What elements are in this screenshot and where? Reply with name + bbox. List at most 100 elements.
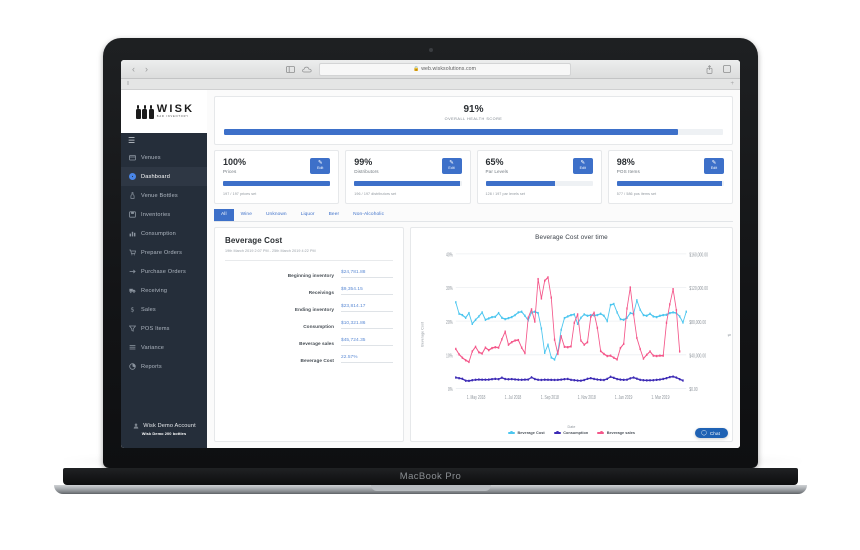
- date-range: 19th March 2019 2:07 PM - 25th March 201…: [225, 249, 316, 254]
- dashboard-body: Beverage Cost 19th March 2019 2:07 PM - …: [214, 227, 733, 448]
- kpi-progress-track: [616, 181, 724, 187]
- edit-button[interactable]: ✎ Edit: [572, 158, 593, 174]
- sidebar-item-venue-bottles[interactable]: Venue Bottles: [121, 186, 207, 205]
- kpi-progress-track: [485, 181, 593, 187]
- kpi-progress-track: [354, 181, 462, 187]
- edit-button[interactable]: ✎ Edit: [704, 158, 724, 174]
- tab-beer[interactable]: Beer: [322, 209, 347, 221]
- sidebar-item-inventories[interactable]: Inventories: [121, 205, 207, 224]
- add-tab-icon[interactable]: +: [730, 81, 734, 87]
- sidebar-item-label: POS Items: [141, 325, 170, 332]
- forward-icon[interactable]: ›: [142, 64, 151, 75]
- sidebar-item-label: Venues: [141, 154, 161, 161]
- chat-button[interactable]: ◯ Chat: [695, 428, 728, 438]
- legend-label: Beverage Cost: [517, 431, 545, 435]
- kpi-card-prices: 100% Prices ✎ Edit 197 / 197 prices set: [214, 150, 340, 205]
- kpi-subtext: 577 / 586 pos items set: [616, 192, 657, 197]
- sidebar-item-label: Venue Bottles: [141, 192, 178, 199]
- row-value: $45,724.35: [341, 338, 393, 347]
- kpi-header: 98% POS Items ✎ Edit: [616, 157, 724, 175]
- tab-liquor[interactable]: Liquor: [294, 209, 322, 221]
- svg-text:20%: 20%: [446, 319, 453, 325]
- account-row: Wisk Demo Account: [132, 423, 196, 430]
- account-section[interactable]: Wisk Demo Account Wisk Demo 200 bottles: [121, 414, 207, 448]
- sidebar-item-pos-items[interactable]: POS Items: [121, 319, 207, 338]
- kpi-text: 65% Par Levels: [485, 157, 509, 175]
- legend-item-beverage-cost[interactable]: Beverage Cost: [507, 431, 545, 435]
- kpi-name: Prices: [223, 169, 237, 175]
- back-icon[interactable]: ‹: [129, 64, 138, 75]
- row-label: Beverage sales: [299, 341, 334, 347]
- legend-swatch: [553, 431, 561, 434]
- sidebar-toggle-icon[interactable]: [285, 64, 296, 75]
- sidebar-item-variance[interactable]: Variance: [121, 338, 207, 357]
- sidebar-item-reports[interactable]: Reports: [121, 357, 207, 376]
- kpi-header: 65% Par Levels ✎ Edit: [485, 157, 593, 175]
- beverage-cost-rows: Beginning inventory $24,781.88 Receiving…: [225, 265, 393, 433]
- sidebar-item-consumption[interactable]: Consumption: [121, 224, 207, 243]
- kpi-subtext: 196 / 197 distributors set: [354, 192, 397, 197]
- kpi-percent: 100%: [223, 157, 247, 167]
- sidebar-item-venues[interactable]: Venues: [121, 148, 207, 167]
- kpi-name: POS Items: [616, 169, 640, 175]
- row-value: $9,354.15: [341, 287, 393, 296]
- sidebar-item-prepare-orders[interactable]: Prepare Orders: [121, 243, 207, 262]
- kpi-progress-fill: [223, 181, 331, 187]
- chart-legend: Beverage Cost Consumption Beverage sales: [419, 431, 724, 435]
- sidebar-item-label: Prepare Orders: [141, 249, 183, 256]
- sidebar-item-dashboard[interactable]: Dashboard: [121, 167, 207, 186]
- beverage-row: Receivings $9,354.15: [225, 282, 393, 299]
- tab-non-alcoholic[interactable]: Non-Alcoholic: [346, 209, 391, 221]
- legend-item-consumption[interactable]: Consumption: [553, 431, 589, 435]
- kpi-progress-fill: [485, 181, 556, 187]
- sidebar-item-label: Purchase Orders: [141, 268, 186, 275]
- macbook-pro-mockup: ‹ › 🔒 web.wisksolutions.com ‖ + WISK BAR…: [54, 38, 807, 494]
- list-icon: [129, 344, 136, 351]
- sidebar-item-receiving[interactable]: Receiving: [121, 281, 207, 300]
- plot-wrapper: Beverage Cost 0% $0.00 10% $40,000.00 20% $80…: [419, 244, 724, 425]
- beverage-row: Beverage Cost 22.57%: [225, 350, 393, 367]
- cloud-icon[interactable]: [302, 64, 313, 75]
- brand-text: WISK BAR INVENTORY: [157, 103, 195, 119]
- kpi-name: Par Levels: [485, 169, 509, 175]
- url-text: web.wisksolutions.com: [421, 66, 477, 72]
- overall-health-card: 91% OVERALL HEALTH SCORE: [214, 96, 733, 145]
- edit-button-label: Edit: [710, 166, 718, 171]
- arrow-right-icon: [129, 268, 136, 275]
- sidebar-item-purchase-orders[interactable]: Purchase Orders: [121, 262, 207, 281]
- address-bar[interactable]: 🔒 web.wisksolutions.com: [318, 62, 571, 76]
- brand-logo[interactable]: WISK BAR INVENTORY: [121, 90, 207, 133]
- sidebar-nav: Venues Dashboard Venue Bottles Inventori…: [121, 147, 207, 414]
- health-progress-fill: [224, 129, 679, 135]
- x-axis-label: Date: [567, 425, 576, 429]
- svg-text:$: $: [130, 306, 134, 313]
- category-filter-tabs: All Wine Unknown Liquor Beer Non-Alcohol…: [214, 209, 733, 223]
- svg-text:$0.00: $0.00: [689, 387, 698, 393]
- sidebar: WISK BAR INVENTORY ☰ Venues Dashboard Ve…: [121, 90, 207, 448]
- edit-button[interactable]: ✎ Edit: [441, 158, 462, 174]
- edit-button-label: Edit: [448, 166, 455, 171]
- account-subtitle: Wisk Demo 200 bottles: [141, 430, 187, 436]
- new-tab-icon[interactable]: [721, 64, 732, 75]
- kpi-header: 99% Distributors ✎ Edit: [354, 157, 462, 174]
- browser-window: ‹ › 🔒 web.wisksolutions.com ‖ + WISK BAR…: [121, 60, 740, 448]
- chart-expand-icon[interactable]: ⇄: [728, 332, 731, 337]
- tab-unknown[interactable]: Unknown: [259, 209, 294, 221]
- kpi-card-pos-items: 98% POS Items ✎ Edit 577 / 586 pos items…: [607, 150, 733, 205]
- edit-button[interactable]: ✎ Edit: [310, 158, 331, 174]
- account-name: Wisk Demo Account: [143, 423, 196, 429]
- tab-all[interactable]: All: [214, 209, 234, 222]
- legend-item-beverage-sales[interactable]: Beverage sales: [597, 431, 635, 435]
- share-icon[interactable]: [704, 64, 715, 75]
- hamburger-menu-icon[interactable]: ☰: [121, 133, 207, 147]
- device-label: MacBook Pro: [399, 471, 462, 482]
- beverage-row: Beverage sales $45,724.35: [225, 333, 393, 350]
- legend-label: Beverage sales: [606, 431, 636, 435]
- divider: [225, 260, 393, 262]
- plot-area[interactable]: 0% $0.00 10% $40,000.00 20% $80,000.00 30% $120…: [426, 244, 724, 425]
- chart-bar-icon: [129, 230, 136, 237]
- cart-icon: [129, 249, 136, 256]
- tab-wine[interactable]: Wine: [234, 209, 259, 221]
- sidebar-item-sales[interactable]: $ Sales: [121, 300, 207, 319]
- svg-text:40%: 40%: [446, 252, 453, 258]
